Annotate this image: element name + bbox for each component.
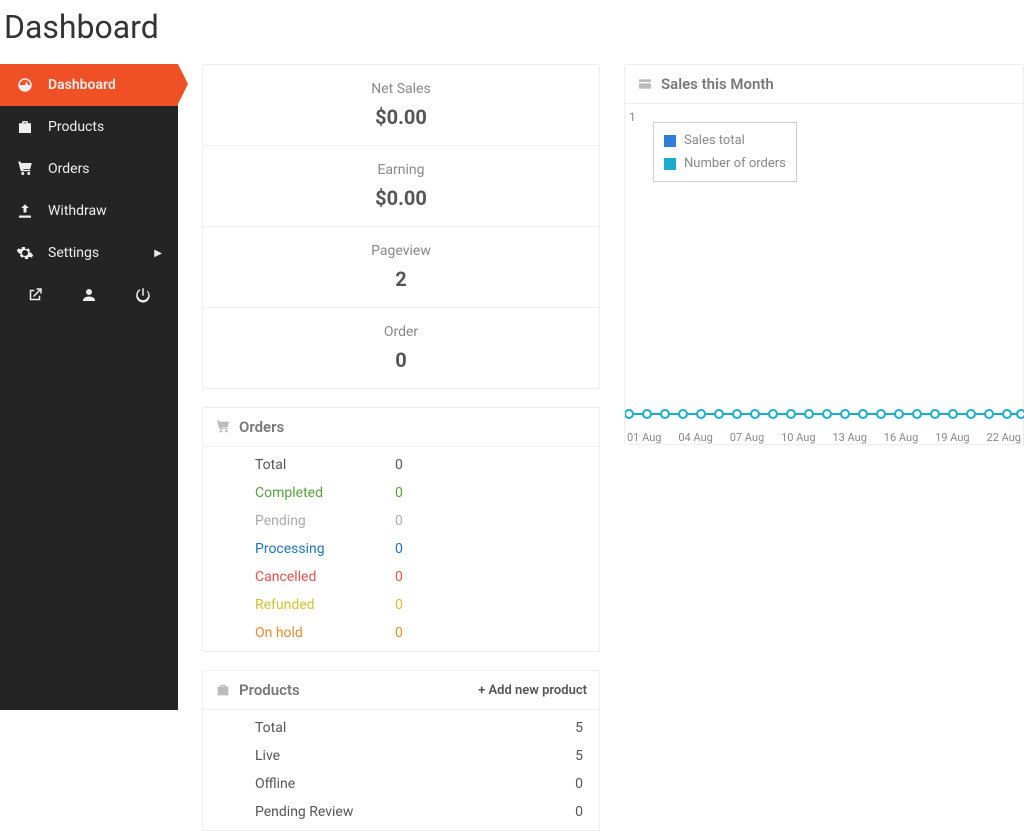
stat-order-label: Order — [213, 324, 589, 340]
chart-legend: Sales total Number of orders — [653, 122, 797, 182]
external-link-icon[interactable] — [26, 286, 44, 304]
stat-order-value: 0 — [213, 348, 589, 372]
page-title: Dashboard — [0, 0, 1024, 64]
product-row-pending: Pending Review0 — [203, 798, 599, 826]
sidebar-item-label: Withdraw — [48, 203, 107, 219]
sidebar-item-products[interactable]: Products — [0, 106, 178, 148]
add-new-product-link[interactable]: + Add new product — [478, 683, 587, 698]
order-row-cancelled: Cancelled0 — [203, 563, 599, 591]
order-row-processing: Processing0 — [203, 535, 599, 563]
sidebar-item-label: Settings — [48, 245, 99, 261]
chart-x-axis: 01 Aug04 Aug07 Aug10 Aug13 Aug16 Aug19 A… — [625, 431, 1023, 444]
sales-chart-card: Sales this Month 1 Sales total Number of… — [624, 64, 1024, 445]
cart-icon — [215, 419, 231, 435]
product-row-live: Live5 — [203, 742, 599, 770]
card-icon — [637, 76, 653, 92]
stat-net-sales-label: Net Sales — [213, 81, 589, 97]
legend-num-orders: Number of orders — [664, 152, 786, 175]
products-card: Products + Add new product Total5 Live5 … — [202, 670, 600, 831]
user-icon[interactable] — [80, 286, 98, 304]
legend-swatch-blue — [664, 135, 676, 147]
dashboard-icon — [16, 76, 34, 94]
order-row-pending: Pending0 — [203, 507, 599, 535]
order-row-completed: Completed0 — [203, 479, 599, 507]
sidebar-item-label: Orders — [48, 161, 90, 177]
sales-chart: 1 Sales total Number of orders 01 Aug04 … — [625, 104, 1023, 444]
orders-title: Orders — [239, 418, 284, 436]
product-row-total: Total5 — [203, 714, 599, 742]
chart-line — [625, 404, 1024, 424]
stat-earning-value: $0.00 — [213, 186, 589, 210]
sidebar-item-label: Products — [48, 119, 104, 135]
order-row-total: Total0 — [203, 451, 599, 479]
stat-pageview-label: Pageview — [213, 243, 589, 259]
sidebar-item-settings[interactable]: Settings ▶ — [0, 232, 178, 274]
products-title: Products — [239, 681, 300, 699]
upload-icon — [16, 202, 34, 220]
cart-icon — [16, 160, 34, 178]
chart-y-tick: 1 — [629, 110, 636, 124]
stats-card: Net Sales $0.00 Earning $0.00 Pageview 2… — [202, 64, 600, 389]
sales-chart-title: Sales this Month — [661, 75, 774, 93]
legend-swatch-teal — [664, 158, 676, 170]
sidebar-item-withdraw[interactable]: Withdraw — [0, 190, 178, 232]
power-icon[interactable] — [134, 286, 152, 304]
product-row-offline: Offline0 — [203, 770, 599, 798]
briefcase-icon — [16, 118, 34, 136]
order-row-refunded: Refunded0 — [203, 591, 599, 619]
stat-earning-label: Earning — [213, 162, 589, 178]
orders-card: Orders Total0 Completed0 Pending0 Proces… — [202, 407, 600, 652]
sidebar-item-dashboard[interactable]: Dashboard — [0, 64, 178, 106]
chevron-right-icon: ▶ — [154, 248, 162, 259]
stat-net-sales-value: $0.00 — [213, 105, 589, 129]
briefcase-icon — [215, 682, 231, 698]
sidebar-item-label: Dashboard — [48, 77, 116, 93]
gear-icon — [16, 244, 34, 262]
order-row-onhold: On hold0 — [203, 619, 599, 647]
sidebar: Dashboard Products Orders Withdraw — [0, 64, 178, 710]
stat-pageview-value: 2 — [213, 267, 589, 291]
sidebar-item-orders[interactable]: Orders — [0, 148, 178, 190]
legend-sales-total: Sales total — [664, 129, 786, 152]
